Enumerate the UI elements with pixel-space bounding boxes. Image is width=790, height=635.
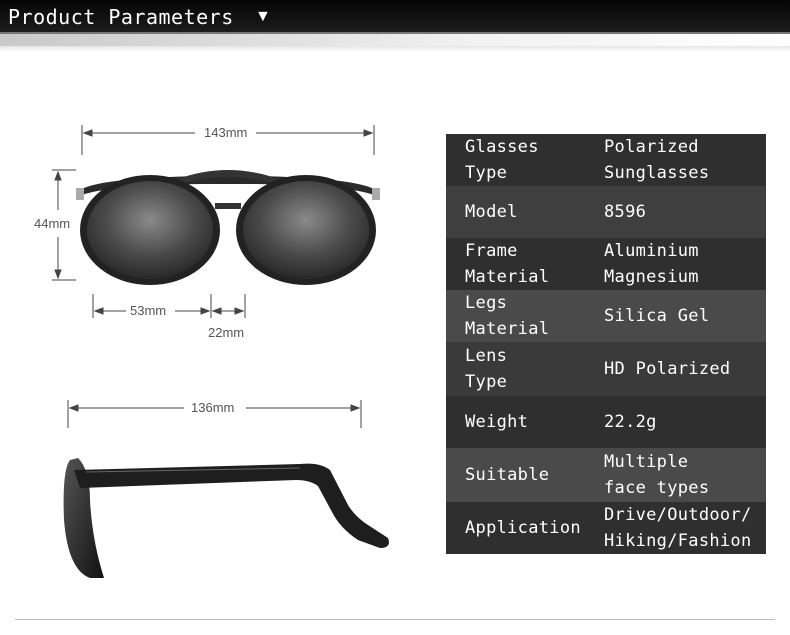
dimension-lens-width: 53mm — [130, 303, 167, 318]
spec-value: Polarized Sunglasses — [604, 137, 710, 183]
spec-value: Drive/Outdoor/ Hiking/Fashion — [604, 505, 752, 551]
spec-row: Frame Material Aluminium Magnesium — [446, 238, 766, 290]
spec-label: Glasses Type — [465, 137, 539, 183]
spec-value: 22.2g — [604, 412, 657, 432]
spec-label: Weight — [465, 412, 529, 432]
spec-row: Lens Type HD Polarized — [446, 342, 766, 396]
spec-label: Suitable — [465, 465, 550, 485]
spec-label: Model — [465, 202, 518, 222]
spec-row: Legs Material Silica Gel — [446, 290, 766, 342]
dimension-temple-length: 136mm — [191, 400, 235, 415]
spec-table: Glasses Type Polarized Sunglasses Model … — [446, 134, 766, 554]
spec-value: Multiple face types — [604, 452, 710, 498]
spec-label: Frame Material — [465, 241, 550, 287]
spec-row: Model 8596 — [446, 186, 766, 238]
spec-value: 8596 — [604, 202, 647, 222]
spec-row: Weight 22.2g — [446, 396, 766, 448]
dimension-bridge: 22mm — [208, 325, 245, 340]
spec-label: Application — [465, 518, 581, 538]
spec-label: Lens Type — [465, 346, 508, 392]
spec-row: Glasses Type Polarized Sunglasses — [446, 134, 766, 186]
spec-row: Application Drive/Outdoor/ Hiking/Fashio… — [446, 502, 766, 554]
bottom-divider — [15, 619, 775, 620]
dimension-height: 44mm — [34, 216, 71, 231]
spec-value: Aluminium Magnesium — [604, 241, 699, 287]
dimension-total-width: 143mm — [204, 125, 248, 140]
dimension-lens-line — [92, 294, 246, 318]
glasses-front — [76, 170, 380, 285]
spec-value: Silica Gel — [604, 306, 710, 326]
glasses-side — [63, 458, 389, 578]
spec-row: Suitable Multiple face types — [446, 448, 766, 502]
spec-value: HD Polarized — [604, 359, 731, 379]
spec-label: Legs Material — [465, 293, 550, 339]
